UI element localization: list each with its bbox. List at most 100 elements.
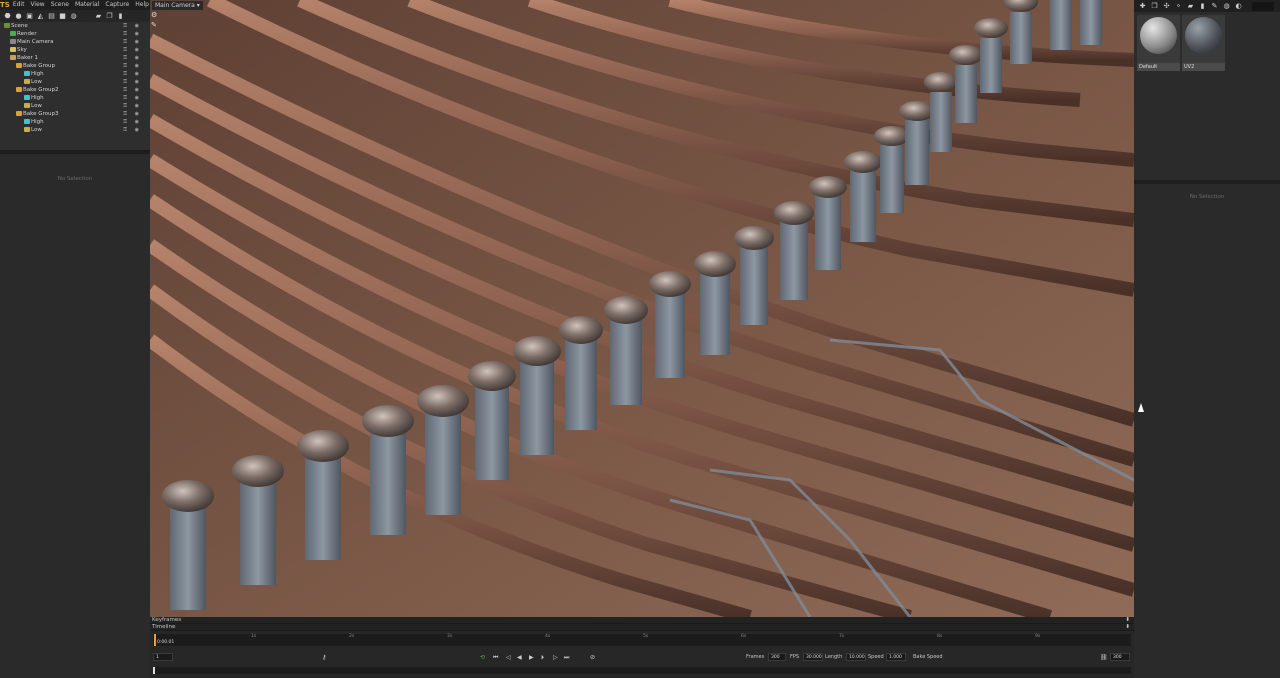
timeline-ruler[interactable]: 1s 2s 3s 4s 5s 6s 7s 8s 9s 0:00.01 [153, 634, 1131, 646]
tree-row-baker-1[interactable]: Baker 1 ⚿ ◉ [0, 54, 150, 62]
skip-end-icon[interactable]: ⏭ [564, 654, 569, 662]
row-visibility-icons[interactable]: ⚿ ◉ [123, 38, 142, 46]
loop-icon[interactable]: ⟲ [480, 654, 485, 661]
collapse-icon[interactable]: ⬍ [1125, 624, 1130, 631]
add-sphere-icon[interactable]: ◍ [69, 12, 78, 21]
end-frame-field[interactable]: 300 [1110, 653, 1130, 661]
step-forward-icon[interactable]: ▷ [553, 654, 558, 661]
step-back-icon[interactable]: ◁ [506, 654, 511, 661]
delete-icon[interactable]: ▮ [116, 12, 125, 21]
fps-field[interactable]: 30.000 [803, 653, 823, 661]
pick-material-icon[interactable]: ✣ [1162, 2, 1171, 11]
assign-material-icon[interactable]: ⚬ [1174, 2, 1183, 11]
add-light-icon[interactable]: ● [14, 12, 23, 21]
add-shadow-icon[interactable]: ▤ [47, 12, 56, 21]
speed-label: Speed [868, 654, 884, 660]
mesh-icon [24, 79, 30, 84]
camera-dropdown[interactable]: Main Camera ▾ [152, 0, 203, 10]
current-frame-field[interactable]: 1 [153, 653, 173, 661]
timeline-header[interactable]: Timeline ⬍ [150, 624, 1134, 631]
add-material-icon[interactable]: ✚ [1138, 2, 1147, 11]
row-visibility-icons[interactable]: ⚿ ◉ [123, 126, 142, 134]
add-camera-icon[interactable]: ▣ [25, 12, 34, 21]
material-library: Default UV2 [1134, 12, 1280, 180]
3d-viewport[interactable] [150, 0, 1134, 617]
viewport-header: Main Camera ▾ [150, 0, 230, 10]
duplicate-material-icon[interactable]: ❐ [1150, 2, 1159, 11]
skip-start-icon[interactable]: ⏮ [493, 654, 498, 662]
add-mesh-icon[interactable]: ⬣ [3, 12, 12, 21]
bake-speed-button[interactable]: Bake Speed [913, 654, 943, 660]
key-icon[interactable]: ⚷ [322, 654, 326, 661]
viewport-side-tools: ⚙ ✎ [150, 10, 162, 32]
tree-row-scene[interactable]: Scene ⚿ ◉ [0, 22, 150, 30]
folder-icon[interactable]: ▰ [1186, 2, 1195, 11]
play-icon[interactable]: ▶ [529, 654, 534, 661]
add-baker-icon[interactable]: ◭ [36, 12, 45, 21]
tree-row-low[interactable]: Low ⚿ ◉ [0, 102, 150, 110]
scrub-marker[interactable] [153, 667, 155, 674]
paint-icon[interactable]: ✎ [151, 21, 161, 29]
grid-icon[interactable]: ◐ [1234, 2, 1243, 11]
material-default[interactable]: Default [1137, 15, 1180, 71]
menu-view[interactable]: View [27, 0, 47, 10]
settings-icon[interactable]: ⚙ [151, 11, 161, 19]
add-cube-icon[interactable]: ■ [58, 12, 67, 21]
next-icon[interactable]: ⏵ [541, 654, 544, 662]
row-visibility-icons[interactable]: ⚿ ◉ [123, 118, 142, 126]
mesh-icon [24, 95, 30, 100]
no-selection-label: No Selection [57, 176, 93, 182]
tree-row-high[interactable]: High ⚿ ◉ [0, 94, 150, 102]
menu-capture[interactable]: Capture [102, 0, 132, 10]
brush-icon[interactable]: ✎ [1210, 2, 1219, 11]
tree-row-bake-group3[interactable]: Bake Group3 ⚿ ◉ [0, 110, 150, 118]
material-label: Default [1137, 63, 1180, 71]
row-visibility-icons[interactable]: ⚿ ◉ [123, 70, 142, 78]
sky-icon [10, 47, 16, 52]
row-visibility-icons[interactable]: ⚿ ◉ [123, 78, 142, 86]
frames-field[interactable]: 300 [768, 653, 786, 661]
row-visibility-icons[interactable]: ⚿ ◉ [123, 102, 142, 110]
material-uv2[interactable]: UV2 [1182, 15, 1225, 71]
tree-row-bake-group[interactable]: Bake Group ⚿ ◉ [0, 62, 150, 70]
keyframes-header[interactable]: Keyframes ⬍ [150, 617, 1134, 624]
record-icon[interactable]: ⊘ [590, 654, 595, 661]
tree-row-sky[interactable]: Sky ⚿ ◉ [0, 46, 150, 54]
menu-scene[interactable]: Scene [48, 0, 72, 10]
playhead[interactable] [154, 634, 156, 646]
duplicate-icon[interactable]: ❐ [105, 12, 114, 21]
folder-icon[interactable]: ▰ [94, 12, 103, 21]
search-field[interactable] [1252, 1, 1274, 11]
camera-icon [10, 39, 16, 44]
timeline-scrub-bar[interactable] [153, 667, 1131, 674]
row-visibility-icons[interactable]: ⚿ ◉ [123, 86, 142, 94]
expand-icon[interactable]: ⬍ [1125, 617, 1130, 624]
length-field[interactable]: 10.000 [846, 653, 866, 661]
row-visibility-icons[interactable]: ⚿ ◉ [123, 54, 142, 62]
tree-row-render[interactable]: Render ⚿ ◉ [0, 30, 150, 38]
reverse-play-icon[interactable]: ◀ [517, 654, 522, 661]
material-preview [1140, 17, 1177, 54]
tree-row-high[interactable]: High ⚿ ◉ [0, 70, 150, 78]
row-visibility-icons[interactable]: ⚿ ◉ [123, 62, 142, 70]
tree-row-high[interactable]: High ⚿ ◉ [0, 118, 150, 126]
row-visibility-icons[interactable]: ⚿ ◉ [123, 46, 142, 54]
sphere-icon[interactable]: ◍ [1222, 2, 1231, 11]
menu-help[interactable]: Help [132, 0, 152, 10]
tick-label: 3s [447, 634, 453, 639]
delete-icon[interactable]: ▮ [1198, 2, 1207, 11]
viewport-camera-label: Main Camera [155, 1, 195, 9]
tree-row-low[interactable]: Low ⚿ ◉ [0, 78, 150, 86]
tree-row-main-camera[interactable]: Main Camera ⚿ ◉ [0, 38, 150, 46]
row-visibility-icons[interactable]: ⚿ ◉ [123, 30, 142, 38]
row-visibility-icons[interactable]: ⚿ ◉ [123, 110, 142, 118]
menu-material[interactable]: Material [72, 0, 102, 10]
tree-row-low[interactable]: Low ⚿ ◉ [0, 126, 150, 134]
menu-edit[interactable]: Edit [10, 0, 28, 10]
link-icon[interactable]: ⛓ [1100, 654, 1108, 661]
row-visibility-icons[interactable]: ⚿ ◉ [123, 22, 142, 30]
tree-row-bake-group2[interactable]: Bake Group2 ⚿ ◉ [0, 86, 150, 94]
app-logo: TS [0, 1, 10, 9]
speed-field[interactable]: 1.000 [886, 653, 906, 661]
row-visibility-icons[interactable]: ⚿ ◉ [123, 94, 142, 102]
